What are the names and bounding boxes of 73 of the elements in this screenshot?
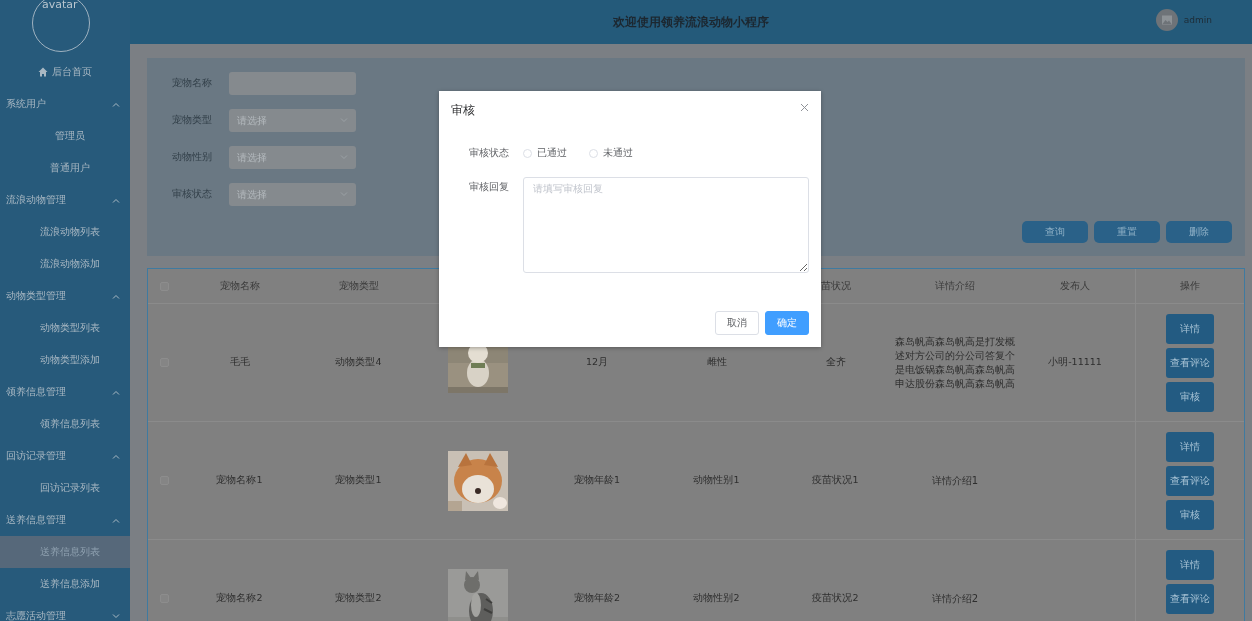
radio-option[interactable]: 未通过 xyxy=(589,146,633,160)
chevron-up-icon xyxy=(112,197,120,203)
table-cell: 小明-11111 xyxy=(1048,356,1102,369)
table-cell: 动物性别2 xyxy=(693,592,740,605)
row-action-button[interactable]: 审核 xyxy=(1166,500,1214,530)
table-cell-text: 详情介绍1 xyxy=(930,473,980,488)
row-action-button[interactable]: 查看评论 xyxy=(1166,466,1214,496)
sidebar-group[interactable]: 送养信息管理 xyxy=(0,504,130,536)
table-cell: 雌性 xyxy=(706,356,727,369)
action-button[interactable]: 重置 xyxy=(1094,221,1160,243)
column-header: 操作 xyxy=(1180,279,1200,293)
confirm-button[interactable]: 确定 xyxy=(765,311,809,335)
sidebar-item[interactable]: 动物类型列表 xyxy=(0,312,130,344)
chevron-up-icon xyxy=(112,101,120,107)
table-cell-text: 详情介绍2 xyxy=(930,591,980,606)
sidebar-group[interactable]: 回访记录管理 xyxy=(0,440,130,472)
table-cell: 宠物类型2 xyxy=(335,592,382,605)
action-button[interactable]: 查询 xyxy=(1022,221,1088,243)
sidebar-item[interactable]: 送养信息添加 xyxy=(0,568,130,600)
chevron-up-icon xyxy=(112,389,120,395)
sidebar-group[interactable]: 动物类型管理 xyxy=(0,280,130,312)
sidebar-item[interactable]: 管理员 xyxy=(0,120,130,152)
column-header: 详情介绍 xyxy=(935,279,975,293)
sidebar-group[interactable]: 流浪动物管理 xyxy=(0,184,130,216)
close-icon[interactable] xyxy=(800,103,809,112)
row-action-button[interactable]: 详情 xyxy=(1166,314,1214,344)
dialog-title: 审核 xyxy=(451,102,475,119)
table-cell: 宠物名称1 xyxy=(216,474,263,487)
sidebar-group[interactable]: 领养信息管理 xyxy=(0,376,130,408)
table-cell: 毛毛 xyxy=(229,356,250,369)
table-cell: 宠物类型1 xyxy=(335,474,382,487)
sidebar-group[interactable]: 志愿活动管理 xyxy=(0,600,130,621)
avatar-label: avatar xyxy=(42,0,78,11)
table-cell: 森岛帆高森岛帆高是打发概述对方公司的分公司答复个是电饭锅森岛帆高森岛帆高申达股份森岛帆高森岛帆高 xyxy=(894,334,1016,391)
row-action-button[interactable]: 详情 xyxy=(1166,432,1214,462)
table-cell: 宠物名称2 xyxy=(216,592,263,605)
table-cell: 全齐 xyxy=(825,356,846,369)
sidebar-item[interactable]: 后台首页 xyxy=(0,56,130,88)
home-icon xyxy=(38,67,48,77)
form-label: 审核回复 xyxy=(468,180,510,194)
column-header: 苗状况 xyxy=(820,279,851,293)
sidebar-item[interactable]: 动物类型添加 xyxy=(0,344,130,376)
column-header: 宠物名称 xyxy=(219,279,260,293)
table-cell: 12月 xyxy=(585,356,609,369)
chevron-down-icon xyxy=(112,613,120,619)
chevron-up-icon xyxy=(112,517,120,523)
chevron-up-icon xyxy=(112,453,120,459)
sidebar-item[interactable]: 回访记录列表 xyxy=(0,472,130,504)
table-cell: 动物类型4 xyxy=(335,356,382,369)
sidebar-item[interactable]: 普通用户 xyxy=(0,152,130,184)
sidebar-item[interactable]: 流浪动物添加 xyxy=(0,248,130,280)
user-name: admin xyxy=(1183,15,1212,25)
form-label: 审核状态 xyxy=(468,146,510,160)
table-cell: 宠物年龄2 xyxy=(573,592,620,605)
row-action-button[interactable]: 查看评论 xyxy=(1166,584,1214,614)
table-cell: 疫苗状况1 xyxy=(812,474,859,487)
row-action-button[interactable]: 查看评论 xyxy=(1166,348,1214,378)
row-action-button[interactable]: 详情 xyxy=(1166,550,1214,580)
table-cell: 疫苗状况2 xyxy=(812,592,859,605)
radio-option[interactable]: 已通过 xyxy=(523,146,567,160)
row-action-button[interactable]: 审核 xyxy=(1166,382,1214,412)
sidebar-group[interactable]: 系统用户 xyxy=(0,88,130,120)
cancel-button[interactable]: 取消 xyxy=(715,311,759,335)
page-title: 欢迎使用领养流浪动物小程序 xyxy=(613,13,769,31)
chevron-up-icon xyxy=(112,293,120,299)
input-field[interactable] xyxy=(229,72,356,95)
table-cell: 动物性别1 xyxy=(693,474,740,487)
sidebar-item[interactable]: 领养信息列表 xyxy=(0,408,130,440)
sidebar-item[interactable]: 流浪动物列表 xyxy=(0,216,130,248)
user-avatar-icon[interactable] xyxy=(1155,9,1178,31)
table-cell: 宠物年龄1 xyxy=(573,474,620,487)
action-button[interactable]: 删除 xyxy=(1166,221,1232,243)
column-header: 发布人 xyxy=(1060,279,1090,293)
